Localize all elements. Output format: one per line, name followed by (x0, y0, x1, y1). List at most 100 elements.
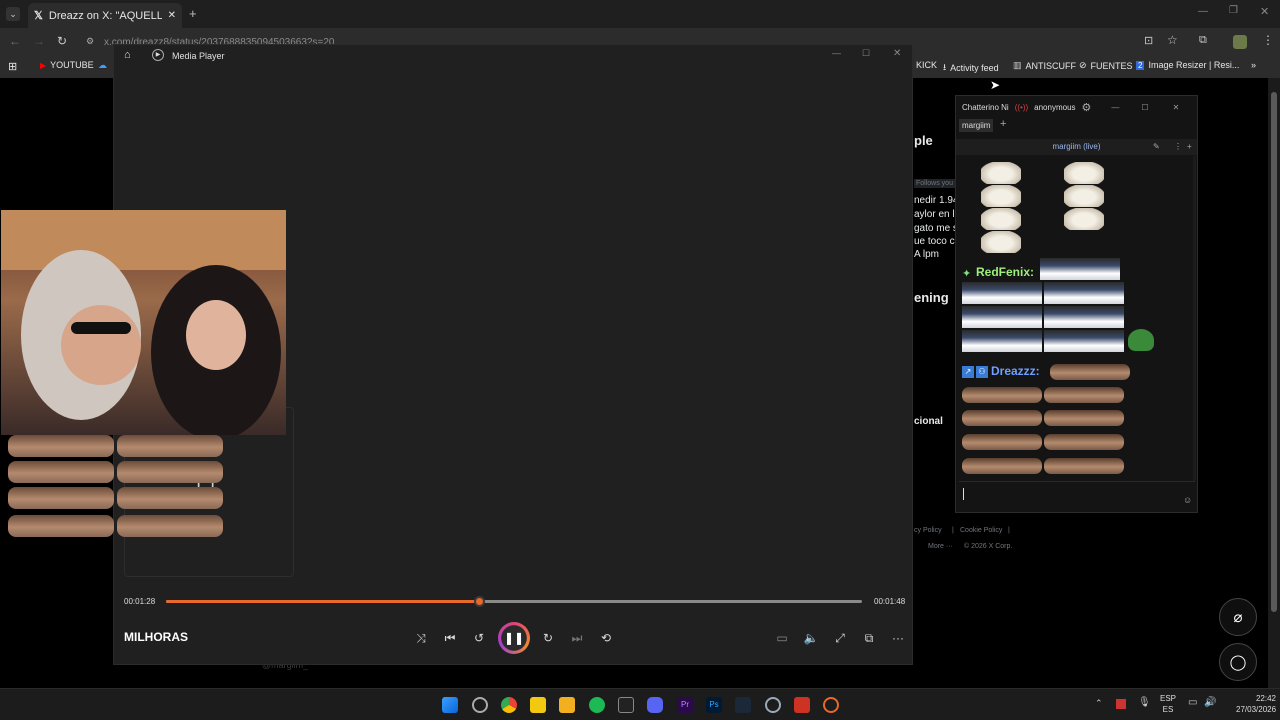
repeat-icon[interactable]: ⟲ (595, 627, 617, 649)
previous-icon[interactable]: ⏮ (439, 627, 461, 649)
reload-icon[interactable]: ↻ (57, 34, 67, 48)
stream-video-overlay (1, 210, 286, 435)
apps-icon[interactable]: ⊞ (8, 60, 17, 73)
minimize-window-icon[interactable]: — (1198, 6, 1208, 17)
chat-tab-margiim[interactable]: margiim (959, 119, 994, 132)
speaker-icon[interactable]: 🔊 (1204, 697, 1216, 708)
shuffle-icon[interactable]: ⤨ (410, 627, 432, 649)
seek-handle[interactable] (474, 596, 486, 607)
bookmark-label: Image Resizer | Resi... (1148, 60, 1240, 70)
edit-icon[interactable]: ✎ (1153, 139, 1160, 155)
bookmark-antiscuff[interactable]: ▥ ANTISCUFF (1013, 60, 1076, 71)
bookmark-cloud[interactable]: ☁ (98, 60, 107, 71)
chat-username[interactable]: RedFenix: (976, 265, 1034, 279)
add-tab-icon[interactable]: + (1000, 118, 1006, 130)
more-link[interactable]: More ··· (928, 543, 953, 550)
link-icon: ⊘ (1079, 60, 1087, 70)
privacy-link[interactable]: cy Policy (914, 527, 942, 534)
rewind-10-icon[interactable]: ↺ (468, 627, 490, 649)
youtube-icon: ▶ (40, 60, 47, 70)
captions-icon[interactable]: ▭ (771, 627, 793, 649)
premiere-icon[interactable]: Pr (677, 697, 693, 713)
folder-icon: ▥ (1013, 60, 1022, 70)
chat-input[interactable]: ☺ (959, 481, 1195, 511)
maximize-chat-icon[interactable]: ☐ (1141, 103, 1148, 112)
next-icon[interactable]: ⏭ (566, 627, 588, 649)
bookmark-activity-feed[interactable]: ⭳ Activity feed (943, 60, 999, 76)
pause-button[interactable]: ❚❚ (498, 622, 530, 654)
seek-bar[interactable]: 00:01:28 00:01:48 (114, 589, 914, 613)
post-line-5: A lpm (914, 249, 940, 260)
file-explorer-icon[interactable] (559, 697, 575, 713)
close-tab-icon[interactable]: ✕ (168, 10, 176, 21)
page-scrollbar-thumb[interactable] (1271, 92, 1277, 612)
tab-list-icon[interactable]: ⌄ (6, 7, 20, 21)
close-player-icon[interactable]: ✕ (893, 48, 901, 59)
forward-icon[interactable]: → (33, 34, 45, 48)
chat-bubble-icon: ◯ (1219, 643, 1257, 681)
emoji-icon[interactable]: ☺ (1183, 495, 1192, 505)
profile-avatar[interactable] (1233, 35, 1247, 49)
seal-emote (981, 208, 1021, 230)
network-icon[interactable]: ▭ (1188, 697, 1197, 708)
channel-menu-icon[interactable]: ⋮ (1174, 139, 1182, 155)
start-icon[interactable] (442, 697, 458, 713)
back-icon[interactable]: ← (9, 34, 21, 48)
cookie-policy-link[interactable]: Cookie Policy (960, 527, 1002, 534)
system-clock[interactable]: 22:42 27/03/2026 (1236, 693, 1276, 715)
post-line-3: gato me s (914, 223, 958, 234)
spotify-icon[interactable] (589, 697, 605, 713)
bookmark-youtube[interactable]: ▶ YOUTUBE (40, 60, 94, 70)
minimize-player-icon[interactable]: — (832, 48, 841, 58)
current-time: 00:01:28 (124, 597, 156, 606)
chat-username[interactable]: Dreazzz: (991, 364, 1040, 378)
mini-player-icon[interactable]: ⧉ (858, 627, 880, 649)
seek-track[interactable] (166, 596, 862, 607)
input-language[interactable]: ESP ES (1160, 693, 1176, 715)
tray-chevron-icon[interactable]: ⌃ (1095, 698, 1103, 709)
cat-emote (117, 515, 223, 537)
sticky-notes-icon[interactable] (530, 697, 546, 713)
chat-scrollbar[interactable] (1193, 156, 1196, 481)
microphone-icon[interactable]: 🎙 (1138, 697, 1151, 708)
close-chat-icon[interactable]: ✕ (1173, 103, 1180, 112)
bookmark-fuentes[interactable]: ⊘ FUENTES (1079, 60, 1133, 71)
more-bookmarks-icon[interactable]: » (1251, 60, 1256, 70)
bookmark-image-resizer[interactable]: 2 Image Resizer | Resi... (1136, 60, 1239, 70)
bookmark-label: KICK (916, 60, 938, 70)
capcut-icon[interactable] (618, 697, 634, 713)
bookmark-kick[interactable]: KICK (916, 60, 937, 70)
person-face (61, 305, 141, 385)
chrome-icon[interactable] (501, 697, 517, 713)
minimize-chat-icon[interactable]: — (1111, 103, 1119, 112)
more-options-icon[interactable]: ··· (887, 627, 909, 649)
account-name[interactable]: anonymous (1034, 103, 1075, 112)
home-icon[interactable]: ⌂ (124, 49, 131, 61)
widgets-icon[interactable] (472, 697, 488, 713)
volume-icon[interactable]: 🔈 (800, 627, 822, 649)
settings-gear-icon[interactable]: ⚙ (1082, 101, 1092, 114)
mouse-cursor: ➤ (990, 78, 1001, 92)
chatterino-taskbar-icon[interactable] (765, 697, 781, 713)
steam-icon[interactable] (735, 697, 751, 713)
media-player-taskbar-icon[interactable] (823, 697, 839, 713)
forward-30-icon[interactable]: ↻ (537, 627, 559, 649)
close-window-icon[interactable]: ✕ (1260, 5, 1269, 18)
person-emote (1044, 330, 1124, 352)
footer-separator: | (1008, 527, 1010, 534)
new-tab-icon[interactable]: + (189, 6, 197, 21)
browser-tab[interactable]: 𝕏 Dreazz on X: "AQUELLA NOCHE ✕ (28, 3, 182, 28)
browser-menu-icon[interactable]: ⋮ (1262, 33, 1274, 47)
add-split-icon[interactable]: + (1187, 139, 1192, 155)
trending-heading: ening (914, 290, 949, 305)
tray-app-icon[interactable] (1116, 699, 1126, 709)
cat-emote (117, 487, 223, 509)
photoshop-icon[interactable]: Ps (706, 697, 722, 713)
maximize-window-icon[interactable]: ❐ (1229, 5, 1238, 16)
maximize-player-icon[interactable]: ☐ (862, 48, 870, 59)
chat-tab-label: margiim (962, 121, 991, 130)
voicemeeter-icon[interactable] (794, 697, 810, 713)
discord-icon[interactable] (647, 697, 663, 713)
browser-tab-strip: ⌄ 𝕏 Dreazz on X: "AQUELLA NOCHE ✕ + — ❐ … (0, 0, 1280, 28)
fullscreen-icon[interactable]: ⤢ (829, 627, 851, 649)
